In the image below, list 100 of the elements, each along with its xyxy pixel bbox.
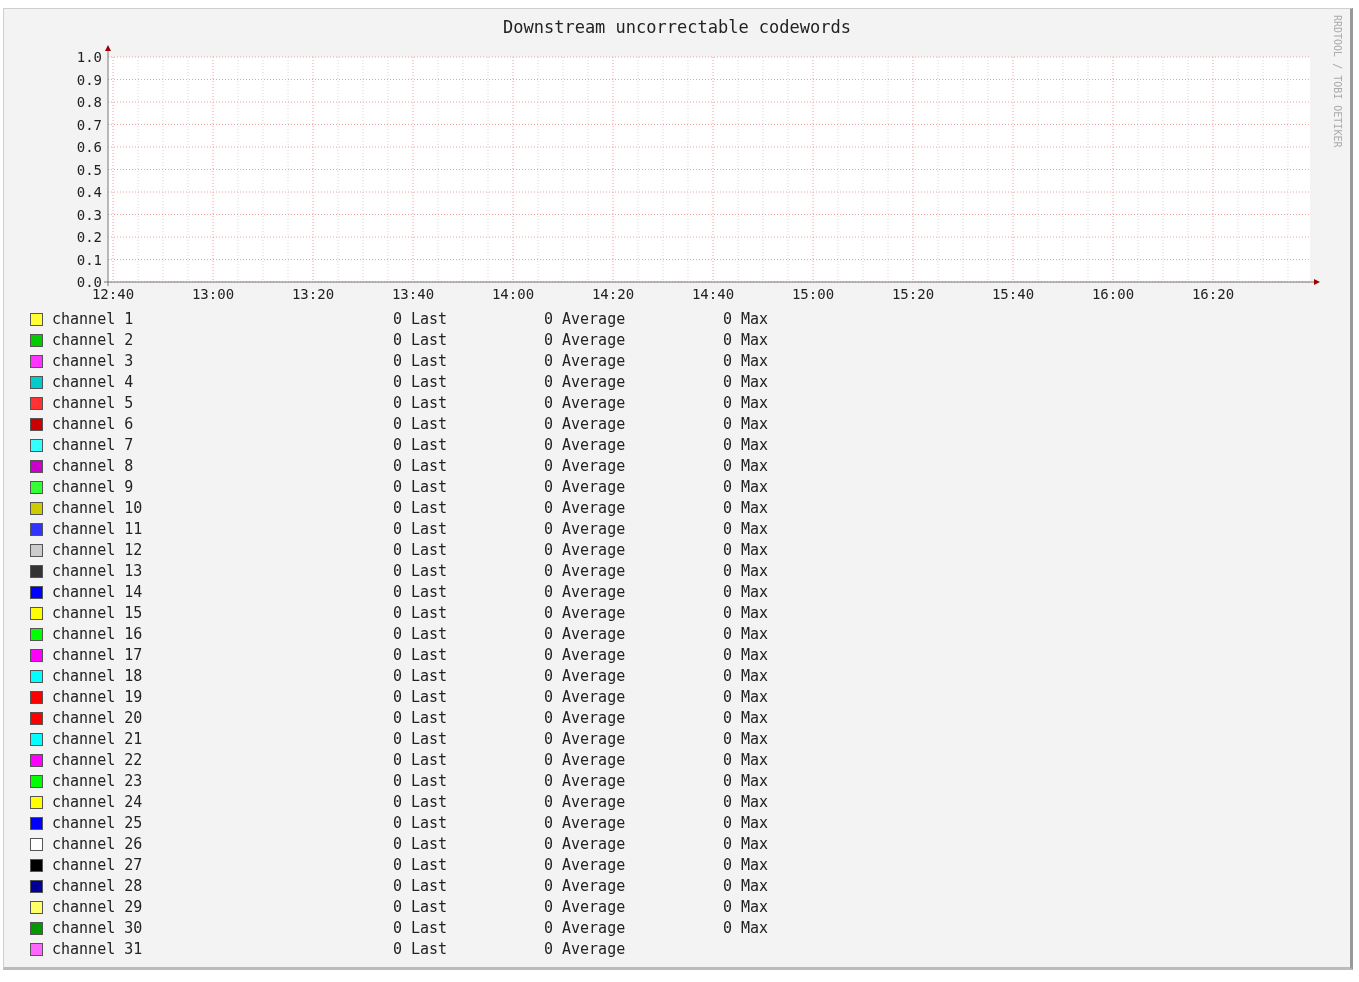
last-value: 0: [391, 456, 402, 478]
channel-name: channel 20: [52, 708, 144, 730]
last-label: Last: [411, 813, 449, 835]
max-value: 0: [721, 498, 732, 520]
average-label: Average: [562, 918, 627, 940]
last-value: 0: [391, 645, 402, 667]
last-value: 0: [391, 792, 402, 814]
channel-name: channel 23: [52, 771, 144, 793]
last-label: Last: [411, 309, 449, 331]
average-label: Average: [562, 582, 627, 604]
last-value: 0: [391, 939, 402, 961]
last-value: 0: [391, 372, 402, 394]
average-label: Average: [562, 729, 627, 751]
last-label: Last: [411, 918, 449, 940]
channel-name: channel 13: [52, 561, 144, 583]
last-value: 0: [391, 624, 402, 646]
x-tick-label: 15:40: [991, 286, 1035, 302]
x-tick-label: 14:00: [491, 286, 535, 302]
channel-name: channel 24: [52, 792, 144, 814]
average-value: 0: [542, 939, 553, 961]
average-value: 0: [542, 645, 553, 667]
max-value: 0: [721, 414, 732, 436]
average-value: 0: [542, 456, 553, 478]
credit-label: RRDTOOL / TOBI OETIKER: [1331, 15, 1344, 148]
last-value: 0: [391, 750, 402, 772]
max-label: Max: [741, 351, 769, 373]
channel-name: channel 21: [52, 729, 144, 751]
average-value: 0: [542, 918, 553, 940]
max-value: 0: [721, 708, 732, 730]
max-value: 0: [721, 645, 732, 667]
average-label: Average: [562, 708, 627, 730]
max-value: 0: [721, 582, 732, 604]
average-label: Average: [562, 750, 627, 772]
channel-name: channel 11: [52, 519, 144, 541]
average-label: Average: [562, 519, 627, 541]
last-label: Last: [411, 834, 449, 856]
average-value: 0: [542, 414, 553, 436]
channel-name: channel 12: [52, 540, 144, 562]
max-label: Max: [741, 624, 769, 646]
max-value: 0: [721, 876, 732, 898]
last-value: 0: [391, 498, 402, 520]
average-label: Average: [562, 456, 627, 478]
y-tick-label: 0.1: [76, 251, 102, 268]
x-tick-label: 15:20: [891, 286, 935, 302]
max-value: 0: [721, 330, 732, 352]
max-value: 0: [721, 666, 732, 688]
channel-name: channel 27: [52, 855, 144, 877]
average-value: 0: [542, 477, 553, 499]
average-value: 0: [542, 897, 553, 919]
max-label: Max: [741, 687, 769, 709]
average-value: 0: [542, 729, 553, 751]
max-label: Max: [741, 519, 769, 541]
channel-name: channel 25: [52, 813, 144, 835]
last-value: 0: [391, 666, 402, 688]
average-value: 0: [542, 771, 553, 793]
last-label: Last: [411, 561, 449, 583]
max-value: 0: [721, 540, 732, 562]
average-label: Average: [562, 477, 627, 499]
average-value: 0: [542, 708, 553, 730]
last-value: 0: [391, 414, 402, 436]
last-value: 0: [391, 477, 402, 499]
last-value: 0: [391, 771, 402, 793]
max-label: Max: [741, 330, 769, 352]
last-label: Last: [411, 939, 449, 961]
last-value: 0: [391, 435, 402, 457]
channel-name: channel 15: [52, 603, 144, 625]
last-value: 0: [391, 729, 402, 751]
y-tick-label: 0.4: [76, 184, 102, 200]
last-label: Last: [411, 519, 449, 541]
average-value: 0: [542, 666, 553, 688]
x-tick-label: 14:20: [591, 286, 635, 302]
last-label: Last: [411, 414, 449, 436]
last-label: Last: [411, 603, 449, 625]
channel-name: channel 2: [52, 330, 135, 352]
x-tick-label: 14:40: [691, 286, 735, 302]
max-label: Max: [741, 729, 769, 751]
max-value: 0: [721, 351, 732, 373]
average-label: Average: [562, 624, 627, 646]
average-value: 0: [542, 813, 553, 835]
max-value: 0: [721, 855, 732, 877]
average-label: Average: [562, 351, 627, 373]
y-tick-label: 0.7: [76, 116, 102, 133]
channel-name: channel 16: [52, 624, 144, 646]
average-value: 0: [542, 540, 553, 562]
channel-name: channel 31: [52, 939, 144, 961]
max-label: Max: [741, 855, 769, 877]
max-label: Max: [741, 393, 769, 415]
average-label: Average: [562, 834, 627, 856]
average-label: Average: [562, 414, 627, 436]
last-label: Last: [411, 876, 449, 898]
max-label: Max: [741, 414, 769, 436]
average-value: 0: [542, 309, 553, 331]
average-label: Average: [562, 309, 627, 331]
max-value: 0: [721, 792, 732, 814]
channel-name: channel 30: [52, 918, 144, 940]
max-label: Max: [741, 561, 769, 583]
max-label: Max: [741, 750, 769, 772]
max-value: 0: [721, 624, 732, 646]
y-tick-label: 1.0: [76, 49, 102, 65]
max-label: Max: [741, 498, 769, 520]
